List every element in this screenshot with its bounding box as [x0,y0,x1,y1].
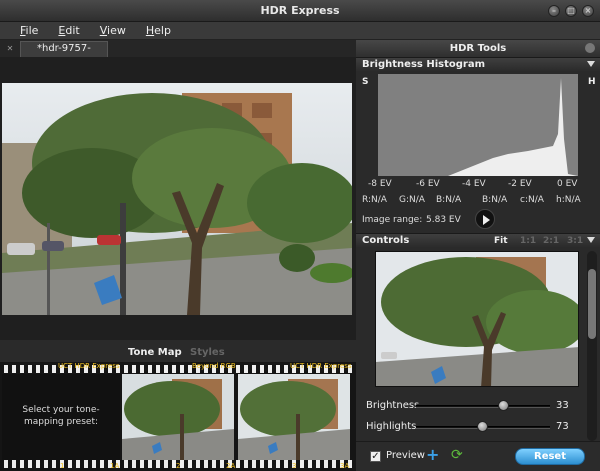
zoom-1-1[interactable]: 1:1 [520,234,536,248]
hdr-photo [2,83,352,315]
channel-h: h:N/A [556,195,581,205]
image-range-value: 5.83 EV [426,215,461,225]
brightness-track[interactable] [416,405,550,408]
highlights-knob[interactable] [477,421,488,432]
channel-c: c:N/A [520,195,544,205]
maximize-icon[interactable]: □ [565,5,577,17]
ev-tick: -4 EV [462,179,486,189]
collapse-icon[interactable] [587,237,595,243]
channel-b: B:N/A [436,195,462,205]
frame-number: 2A [226,462,236,470]
tab-tone-map[interactable]: Tone Map [128,347,182,358]
add-preset-icon[interactable]: + [426,445,439,464]
window-title: HDR Express [260,4,340,17]
document-tab[interactable]: *hdr-9757-9759 [20,41,108,68]
film-label-1: UCT HDR Express [58,362,120,370]
preview-label: Preview [386,450,425,461]
frame-number: 2 [176,462,181,470]
preview-checkbox[interactable]: ✓ [370,451,381,462]
histogram-title: Brightness Histogram [362,59,485,70]
tone-map-tabs: Tone Map Styles [0,340,356,362]
scrollbar-thumb[interactable] [588,269,596,339]
brightness-knob[interactable] [498,400,510,411]
reset-button[interactable]: Reset [515,448,585,465]
controls-header[interactable]: Controls Fit 1:1 2:1 3:1 [356,233,600,247]
menu-view[interactable]: View [100,24,126,37]
document-tab-strip: ✕ *hdr-9757-9759 [0,40,356,68]
brightness-label: Brightness [366,400,420,411]
highlight-clip-label[interactable]: H [588,77,596,87]
highlights-label: Highlights [366,421,417,432]
preset-filmstrip: Select your tone-mapping preset: UCT HDR… [0,362,356,471]
zoom-2-1[interactable]: 2:1 [543,234,559,248]
frame-number: 1A [110,462,120,470]
ev-tick: 0 EV [557,179,578,189]
zoom-3-1[interactable]: 3:1 [567,234,583,248]
zoom-fit[interactable]: Fit [494,234,508,248]
film-label-3: UCT HDR Express [290,362,352,370]
image-viewer[interactable] [0,57,356,340]
preset-prompt-frame: Select your tone-mapping preset: [2,374,120,460]
preset-thumb-3[interactable] [238,374,350,460]
film-label-2: Beyond RGB [192,362,236,370]
hdr-tools-header: HDR Tools [356,40,600,57]
menu-help[interactable]: Help [146,24,171,37]
hdr-tools-title: HDR Tools [449,43,507,54]
close-tab-icon[interactable]: ✕ [5,44,15,54]
brightness-slider-row: Brightness 33 [356,398,586,414]
ev-tick: -8 EV [368,179,392,189]
panel-close-icon[interactable] [585,43,595,53]
controls-title: Controls [362,235,410,246]
ev-tick: -2 EV [508,179,532,189]
histogram-panel: S H -8 EV -6 EV -4 EV -2 EV 0 EV R:N/A G… [356,71,600,233]
controls-scrollbar[interactable] [587,251,597,441]
tab-styles[interactable]: Styles [190,347,225,358]
menu-edit[interactable]: Edit [58,24,79,37]
collapse-icon[interactable] [587,61,595,67]
preview-photo[interactable] [375,251,579,387]
histogram-graph [378,74,578,176]
ev-tick: -6 EV [416,179,440,189]
title-bar: HDR Express – □ × [0,0,600,22]
brightness-value: 33 [556,400,569,411]
histogram-header[interactable]: Brightness Histogram [356,57,600,71]
highlights-slider-row: Highlights 73 [356,419,586,435]
close-icon[interactable]: × [582,5,594,17]
controls-panel: Brightness 33 Highlights 73 [356,247,600,471]
shadow-clip-label[interactable]: S [362,77,368,87]
channel-r: R:N/A [362,195,387,205]
frame-number: 1 [60,462,65,470]
image-range-label: Image range: [362,215,423,225]
menu-file[interactable]: File [20,24,38,37]
bottom-toolbar: ✓ Preview + ⟳ Reset [356,441,600,471]
channel-b2: B:N/A [482,195,508,205]
menu-bar: File Edit View Help [0,22,600,40]
frame-number: 3A [340,462,350,470]
refresh-icon[interactable]: ⟳ [451,447,463,463]
minimize-icon[interactable]: – [548,5,560,17]
frame-number: 3 [292,462,297,470]
play-icon[interactable] [475,209,495,229]
channel-g: G:N/A [399,195,425,205]
preset-thumb-2[interactable] [122,374,234,460]
highlights-value: 73 [556,421,569,432]
preset-prompt: Select your tone-mapping preset: [22,405,100,427]
